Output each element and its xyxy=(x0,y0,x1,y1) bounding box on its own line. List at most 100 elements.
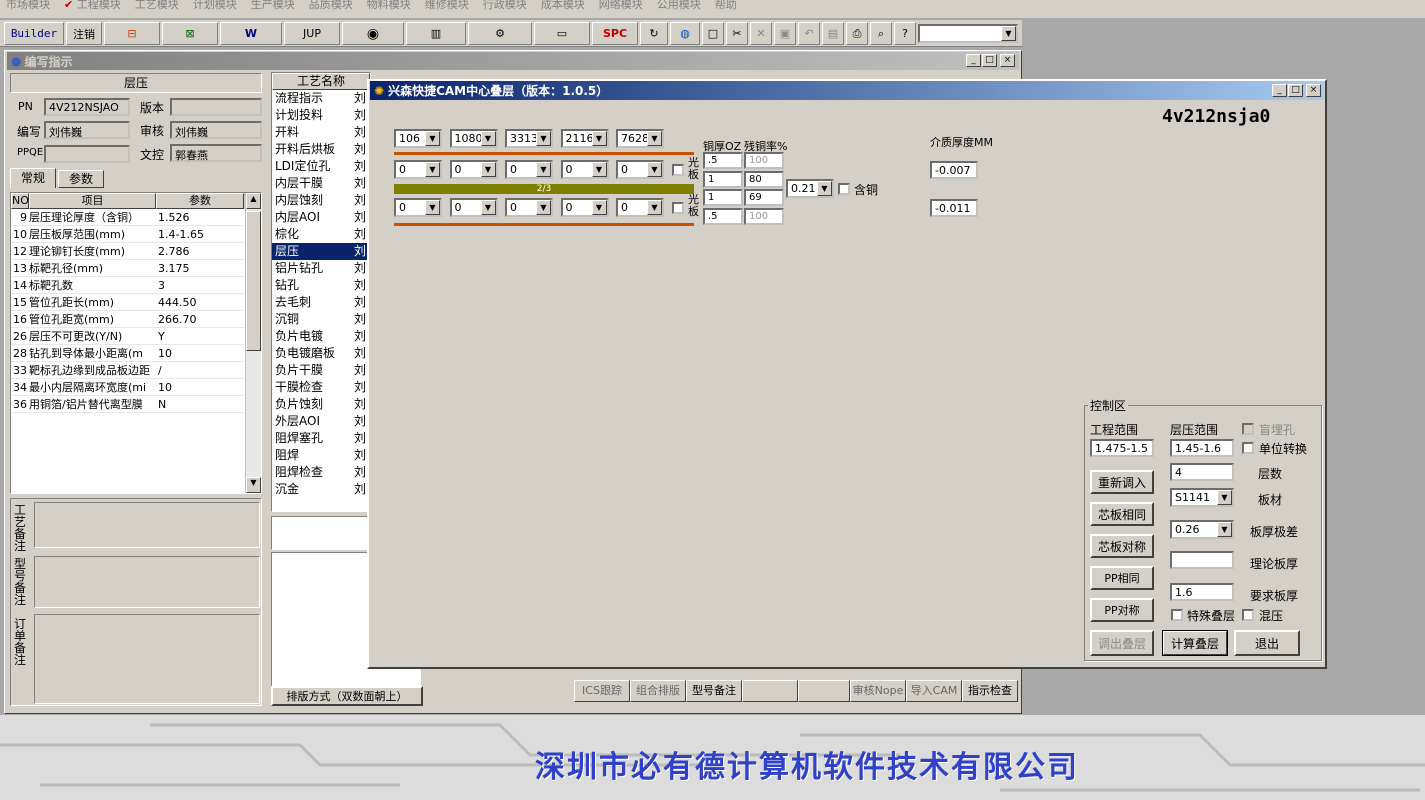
order-note-field[interactable] xyxy=(34,614,260,704)
maximize-button[interactable]: □ xyxy=(982,54,997,67)
process-note-field[interactable] xyxy=(34,502,260,548)
pp-select[interactable]: 0 ▼ xyxy=(449,160,498,179)
table-row[interactable]: 26 层压不可更改(Y/N) Y xyxy=(11,328,261,345)
material-select[interactable]: S1141 ▼ xyxy=(1170,488,1234,507)
core-symmetric-button[interactable]: 芯板对称 xyxy=(1090,534,1154,558)
tools-icon[interactable]: ⚙ xyxy=(468,22,532,45)
pp-select[interactable]: 0 ▼ xyxy=(394,160,442,179)
copper-thickness-field[interactable]: .5 xyxy=(703,152,743,169)
spc-button[interactable]: SPC xyxy=(592,22,638,45)
computer-icon[interactable]: ▭ xyxy=(534,22,590,45)
process-item[interactable]: 开料 刘 xyxy=(272,124,370,141)
writer-field[interactable]: 刘伟巍 xyxy=(44,121,130,139)
table-row[interactable]: 10 层压板厚范围(mm) 1.4-1.65 xyxy=(11,226,261,243)
new-file-icon[interactable]: □ xyxy=(702,22,724,45)
layers-field[interactable]: 4 xyxy=(1170,463,1234,481)
pp-select[interactable]: 106 ▼ xyxy=(394,129,442,148)
doc-field[interactable]: 郭春燕 xyxy=(170,144,262,162)
cut-icon[interactable]: ✂ xyxy=(726,22,748,45)
dielectric-field-1[interactable]: -0.007 xyxy=(930,161,978,179)
process-item[interactable]: 沉金 刘 xyxy=(272,481,370,498)
bottom-button[interactable]: 导入CAM xyxy=(906,680,962,702)
eye-icon[interactable]: ◉ xyxy=(342,22,404,45)
pp-select[interactable]: 0 ▼ xyxy=(505,160,553,179)
pp-same-button[interactable]: PP相同 xyxy=(1090,566,1154,590)
table-row[interactable]: 28 钻孔到导体最小距离(m 10 xyxy=(11,345,261,362)
database-icon[interactable]: ▥ xyxy=(406,22,466,45)
minimize-button[interactable]: _ xyxy=(966,54,981,67)
pp-select[interactable]: 1080 ▼ xyxy=(449,129,498,148)
process-item[interactable]: 内层干膜 刘 xyxy=(272,175,370,192)
include-copper-checkbox[interactable] xyxy=(838,183,850,195)
word-icon[interactable]: W xyxy=(220,22,282,45)
pp-select[interactable]: 0 ▼ xyxy=(394,198,442,217)
process-item[interactable]: 外层AOI 刘 xyxy=(272,413,370,430)
stack-close-button[interactable]: × xyxy=(1306,84,1321,97)
process-item[interactable]: LDI定位孔 刘 xyxy=(272,158,370,175)
close-icon[interactable]: ✕ xyxy=(750,22,772,45)
exit-button[interactable]: 退出 xyxy=(1234,630,1300,656)
menu-item[interactable]: 计划模块 xyxy=(193,0,237,10)
table-scrollbar[interactable]: ▲ ▼ xyxy=(245,193,261,493)
copper-thickness-field[interactable]: 1 xyxy=(703,171,743,188)
menu-item[interactable]: 物料模块 xyxy=(367,0,411,10)
export-stack-button[interactable]: 调出叠层 xyxy=(1090,630,1154,656)
pp-select[interactable]: 0 ▼ xyxy=(449,198,498,217)
form-icon[interactable]: ⊟ xyxy=(104,22,160,45)
process-item[interactable]: 负片干膜 刘 xyxy=(272,362,370,379)
process-item[interactable]: 层压 刘 xyxy=(272,243,370,260)
residual-copper-field[interactable]: 100 xyxy=(744,208,784,225)
bare-board-checkbox-1[interactable] xyxy=(672,164,684,176)
pp-select[interactable]: 0 ▼ xyxy=(616,160,664,179)
process-item[interactable]: 开料后烘板 刘 xyxy=(272,141,370,158)
pp-select[interactable]: 0 ▼ xyxy=(505,198,553,217)
lam-range-field[interactable]: 1.45-1.6 xyxy=(1170,439,1234,457)
table-row[interactable]: 36 用铜箔/铝片替代离型膜 N xyxy=(11,396,261,413)
menu-item[interactable]: 品质模块 xyxy=(309,0,353,10)
process-item[interactable]: 干膜检查 刘 xyxy=(272,379,370,396)
residual-copper-field[interactable]: 80 xyxy=(744,171,784,188)
bottom-button[interactable]: 型号备注 xyxy=(686,680,742,702)
process-item[interactable]: 沉铜 刘 xyxy=(272,311,370,328)
dielectric-field-2[interactable]: -0.011 xyxy=(930,199,978,217)
logout-button[interactable]: 注销 xyxy=(66,22,102,45)
table-row[interactable]: 16 管位孔距宽(mm) 266.70 xyxy=(11,311,261,328)
preview-icon[interactable]: ▤ xyxy=(822,22,844,45)
ppqe-field[interactable] xyxy=(44,145,130,163)
version-field[interactable] xyxy=(170,98,262,116)
menu-item[interactable]: 生产模块 xyxy=(251,0,295,10)
bottom-button[interactable]: 审核Nope xyxy=(850,680,906,702)
menu-item[interactable]: 工艺模块 xyxy=(135,0,179,10)
builder-button[interactable]: Builder xyxy=(4,22,64,45)
save-icon[interactable]: ▣ xyxy=(774,22,796,45)
bottom-button[interactable]: ICS跟踪 xyxy=(574,680,630,702)
tab-general[interactable]: 常规 xyxy=(10,168,56,188)
pp-select[interactable]: 7628 ▼ xyxy=(616,129,664,148)
print-icon[interactable]: ⎙ xyxy=(846,22,868,45)
tab-params[interactable]: 参数 xyxy=(58,170,104,188)
residual-copper-field[interactable]: 69 xyxy=(744,189,784,206)
menu-item[interactable]: 行政模块 xyxy=(483,0,527,10)
pp-select[interactable]: 0 ▼ xyxy=(560,198,609,217)
process-item[interactable]: 内层蚀刻 刘 xyxy=(272,192,370,209)
jup-button[interactable]: JUP xyxy=(284,22,340,45)
tolerance-select[interactable]: 0.26 ▼ xyxy=(1170,520,1234,539)
calc-stack-button[interactable]: 计算叠层 xyxy=(1162,630,1228,656)
refresh-icon[interactable]: ↻ xyxy=(640,22,668,45)
table-row[interactable]: 33 靶标孔边缘到成品板边距 / xyxy=(11,362,261,379)
close-button[interactable]: × xyxy=(1000,54,1015,67)
table-row[interactable]: 13 标靶孔径(mm) 3.175 xyxy=(11,260,261,277)
pn-field[interactable]: 4V212NSJAO xyxy=(44,98,130,116)
toolbar-combo[interactable]: ▼ xyxy=(918,24,1018,43)
process-item[interactable]: 阻焊 刘 xyxy=(272,447,370,464)
proj-range-field[interactable]: 1.475-1.5 xyxy=(1090,439,1154,457)
mixed-press-checkbox[interactable] xyxy=(1242,609,1254,621)
process-item[interactable]: 铝片钻孔 刘 xyxy=(272,260,370,277)
core-same-button[interactable]: 芯板相同 xyxy=(1090,502,1154,526)
menu-item[interactable]: 帮助 xyxy=(715,0,737,10)
process-item[interactable]: 阻焊检查 刘 xyxy=(272,464,370,481)
copper-thickness-field[interactable]: 1 xyxy=(703,189,743,206)
bottom-button[interactable]: 指示检查 xyxy=(962,680,1018,702)
table-row[interactable]: 14 标靶孔数 3 xyxy=(11,277,261,294)
help-icon[interactable]: ? xyxy=(894,22,916,45)
